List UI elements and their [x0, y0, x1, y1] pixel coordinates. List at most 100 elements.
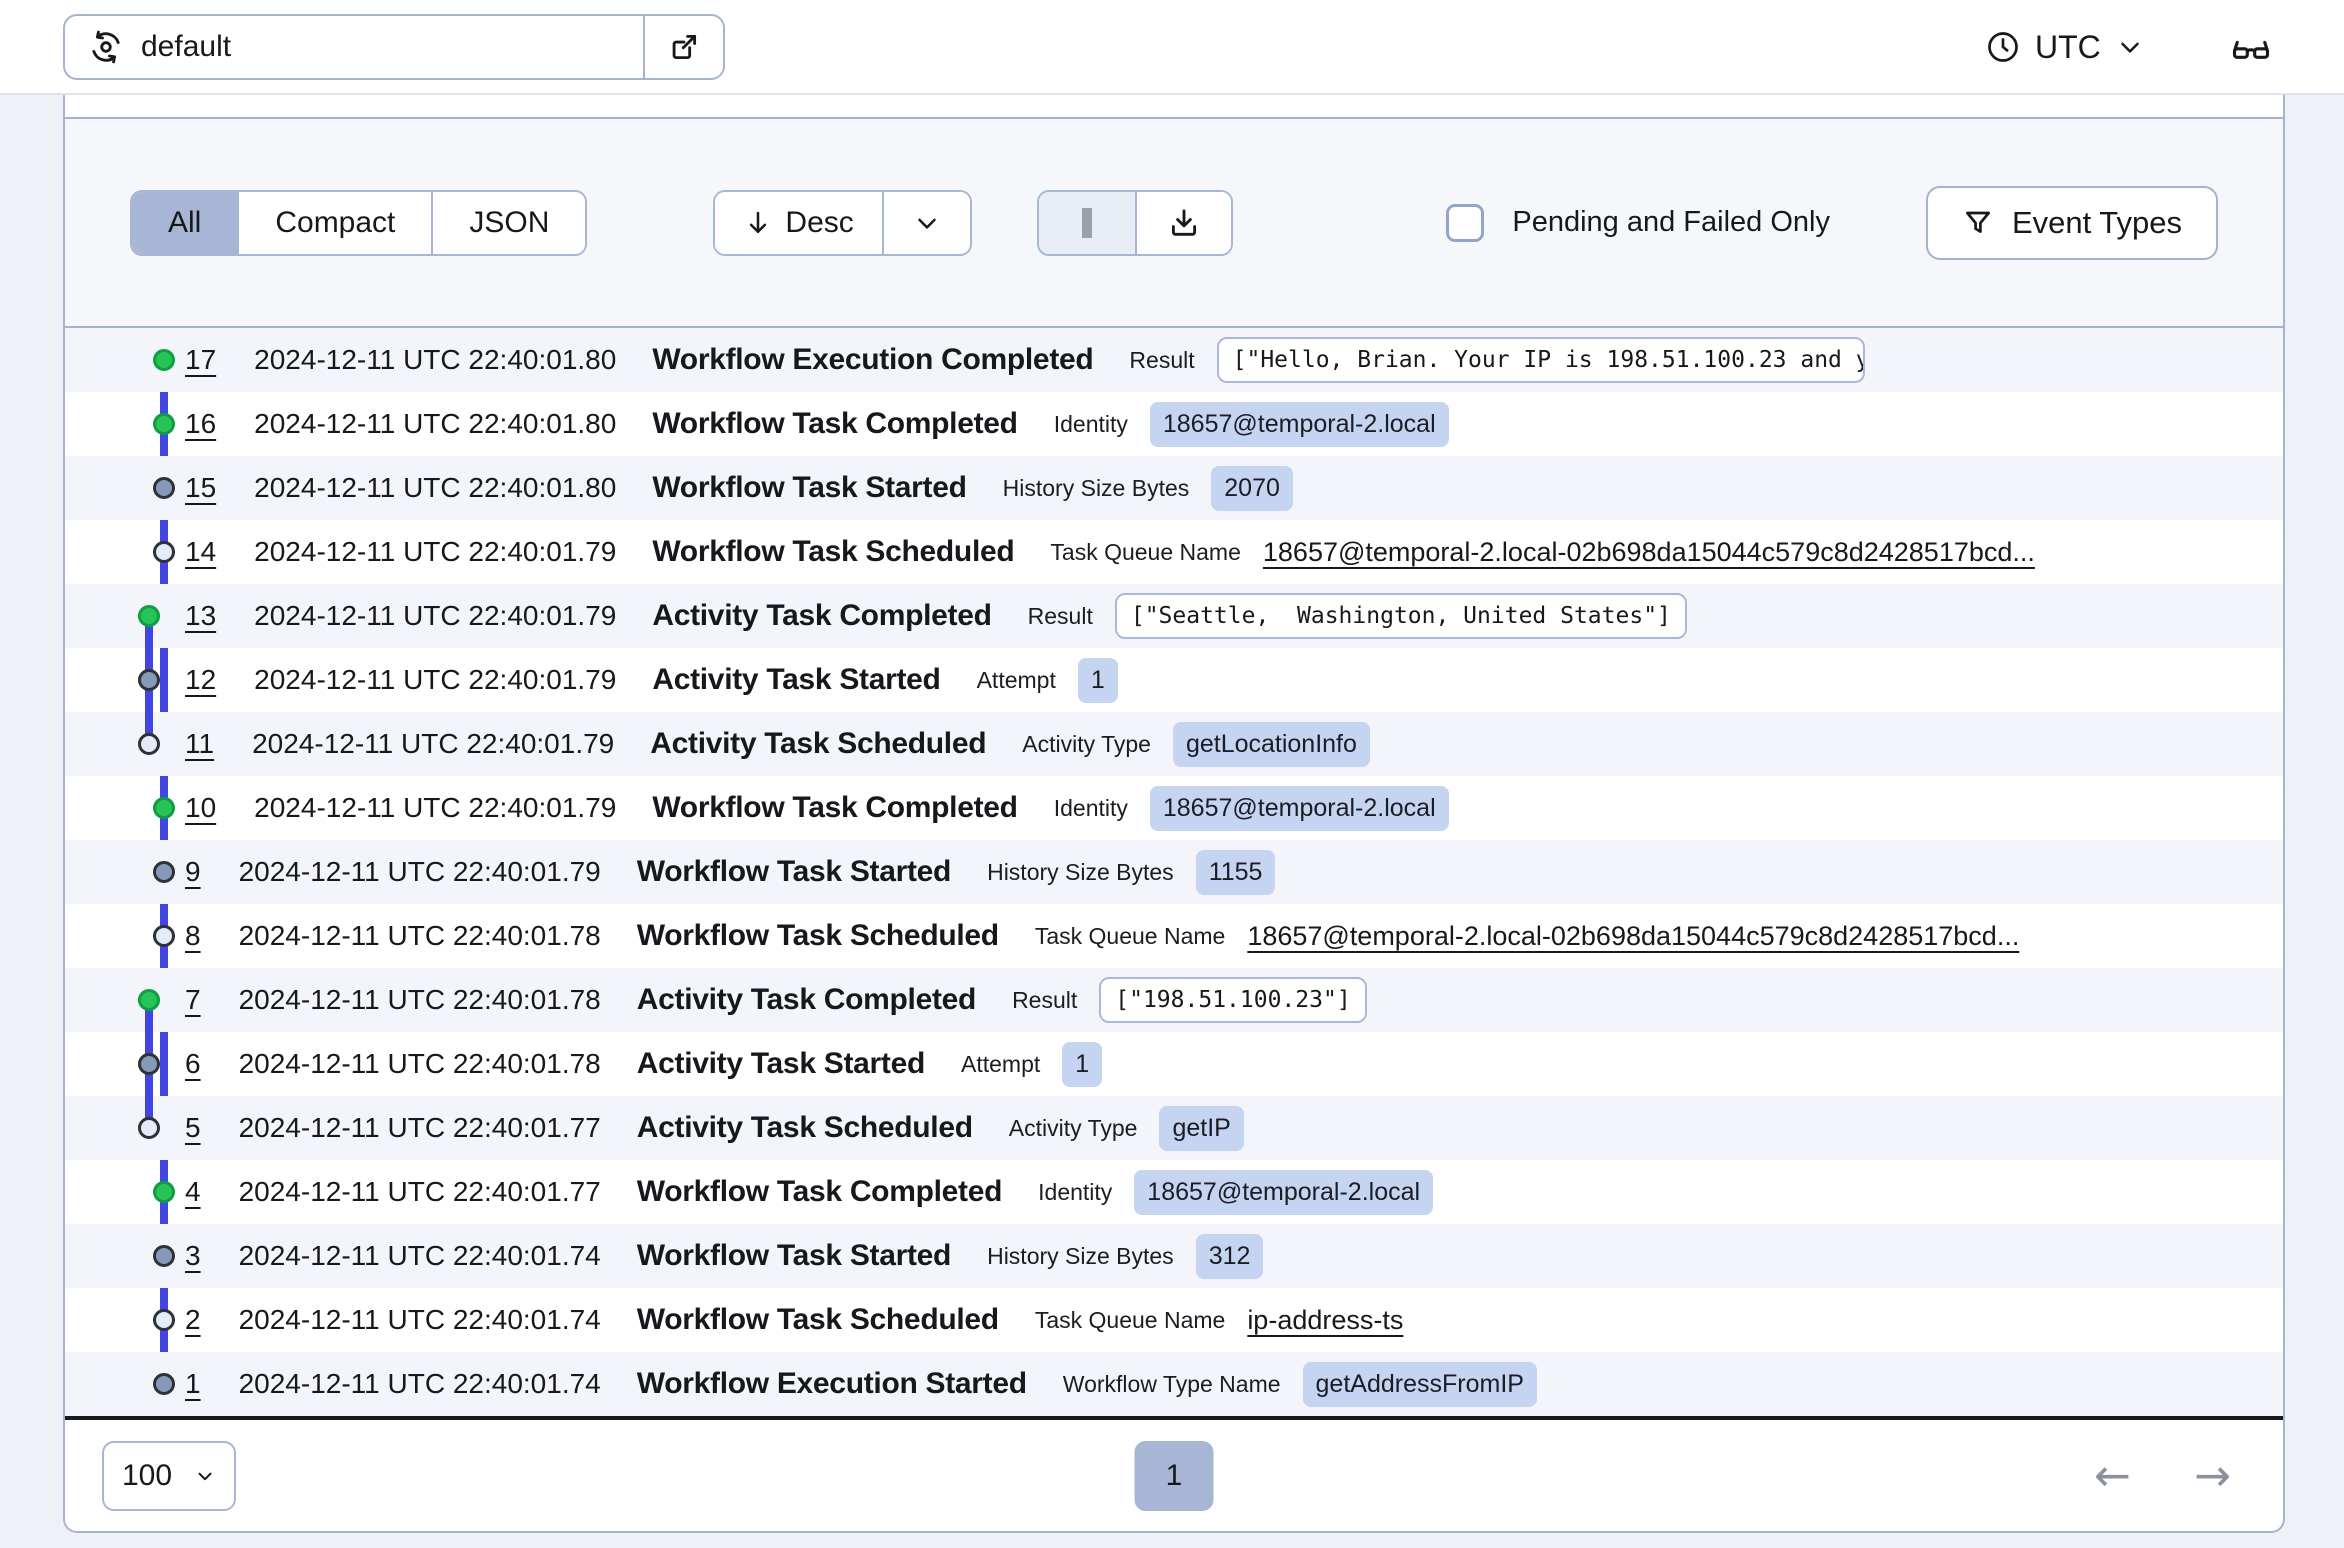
event-id-link[interactable]: 7 — [185, 984, 201, 1016]
event-status-dot — [138, 605, 160, 627]
event-id-link[interactable]: 8 — [185, 920, 201, 952]
event-status-dot — [153, 1181, 175, 1203]
event-row[interactable]: 3 2024-12-11 UTC 22:40:01.74 Workflow Ta… — [65, 1224, 2283, 1288]
event-name: Activity Task Started — [652, 663, 941, 696]
pending-failed-only-checkbox[interactable] — [1446, 203, 1485, 242]
sort-order-control: Desc — [713, 189, 972, 256]
tab-compact[interactable]: Compact — [237, 191, 432, 254]
event-row[interactable]: 16 2024-12-11 UTC 22:40:01.80 Workflow T… — [65, 392, 2283, 456]
previous-page-arrow[interactable]: ← — [2094, 1450, 2131, 1501]
event-status-dot — [153, 413, 175, 435]
tab-all[interactable]: All — [132, 191, 238, 254]
event-status-dot — [138, 733, 160, 755]
event-timestamp: 2024-12-11 UTC 22:40:01.79 — [254, 664, 617, 695]
event-detail-value[interactable]: 18657@temporal-2.local-02b698da15044c579… — [1263, 537, 2035, 568]
event-row[interactable]: 5 2024-12-11 UTC 22:40:01.77 Activity Ta… — [65, 1096, 2283, 1160]
event-status-dot — [138, 989, 160, 1011]
event-detail-label: Task Queue Name — [1034, 1306, 1226, 1333]
event-row[interactable]: 17 2024-12-11 UTC 22:40:01.80 Workflow E… — [65, 328, 2283, 392]
event-id-link[interactable]: 2 — [185, 1304, 201, 1336]
event-detail-label: Result — [1012, 986, 1078, 1013]
event-name: Workflow Task Started — [636, 855, 952, 888]
external-link-icon — [667, 30, 701, 64]
chevron-down-icon — [194, 1465, 216, 1487]
event-id-link[interactable]: 11 — [185, 728, 214, 760]
event-name: Workflow Task Started — [636, 1239, 952, 1272]
event-name: Workflow Execution Completed — [652, 343, 1094, 376]
event-timestamp: 2024-12-11 UTC 22:40:01.79 — [254, 600, 617, 631]
chevron-down-icon — [2115, 32, 2145, 62]
event-status-dot — [153, 1309, 175, 1331]
event-row[interactable]: 15 2024-12-11 UTC 22:40:01.80 Workflow T… — [65, 456, 2283, 520]
timezone-selector[interactable]: UTC — [1985, 14, 2145, 80]
event-detail-value[interactable]: 18657@temporal-2.local-02b698da15044c579… — [1247, 921, 2019, 952]
event-detail-label: Workflow Type Name — [1062, 1370, 1281, 1397]
event-id-link[interactable]: 13 — [185, 600, 216, 632]
event-detail-value: getIP — [1159, 1105, 1244, 1151]
event-timestamp: 2024-12-11 UTC 22:40:01.78 — [238, 920, 601, 951]
event-name: Activity Task Completed — [652, 599, 992, 632]
event-row[interactable]: 9 2024-12-11 UTC 22:40:01.79 Workflow Ta… — [65, 840, 2283, 904]
event-id-link[interactable]: 1 — [185, 1368, 201, 1400]
event-detail-label: Attempt — [961, 1050, 1041, 1077]
event-detail-label: History Size Bytes — [1002, 474, 1190, 501]
data-encoder-button[interactable] — [2218, 14, 2284, 80]
event-row[interactable]: 2 2024-12-11 UTC 22:40:01.74 Workflow Ta… — [65, 1288, 2283, 1352]
event-row[interactable]: 7 2024-12-11 UTC 22:40:01.78 Activity Ta… — [65, 968, 2283, 1032]
next-page-arrow[interactable]: → — [2194, 1450, 2231, 1501]
current-page-button[interactable]: 1 — [1134, 1440, 1214, 1511]
event-row[interactable]: 4 2024-12-11 UTC 22:40:01.77 Workflow Ta… — [65, 1160, 2283, 1224]
namespace-name: default — [141, 30, 232, 63]
event-row[interactable]: 6 2024-12-11 UTC 22:40:01.78 Activity Ta… — [65, 1032, 2283, 1096]
sort-order-chevron-button[interactable] — [881, 191, 970, 254]
event-history-panel: All Compact JSON Desc Pending and Failed… — [63, 95, 2285, 1533]
event-id-link[interactable]: 12 — [185, 664, 216, 696]
event-id-link[interactable]: 15 — [185, 472, 216, 504]
event-detail-label: History Size Bytes — [987, 858, 1174, 885]
namespace-select[interactable]: default — [65, 16, 643, 78]
event-id-link[interactable]: 5 — [185, 1112, 201, 1144]
event-id-link[interactable]: 3 — [185, 1240, 201, 1272]
event-row[interactable]: 14 2024-12-11 UTC 22:40:01.79 Workflow T… — [65, 520, 2283, 584]
event-name: Activity Task Scheduled — [636, 1111, 973, 1144]
event-detail-label: Task Queue Name — [1050, 538, 1241, 565]
pause-updates-button[interactable] — [1038, 191, 1135, 254]
event-detail-value: 1155 — [1195, 849, 1276, 895]
event-detail-label: Identity — [1038, 1178, 1113, 1205]
event-id-link[interactable]: 14 — [185, 536, 216, 568]
event-status-dot — [138, 1117, 160, 1139]
download-history-button[interactable] — [1134, 191, 1231, 254]
sort-order-label: Desc — [785, 205, 854, 239]
event-id-link[interactable]: 17 — [185, 344, 216, 376]
event-row[interactable]: 11 2024-12-11 UTC 22:40:01.79 Activity T… — [65, 712, 2283, 776]
event-timestamp: 2024-12-11 UTC 22:40:01.74 — [238, 1240, 601, 1271]
sort-desc-button[interactable]: Desc — [715, 191, 882, 254]
page-size-select[interactable]: 100 — [102, 1440, 236, 1511]
event-name: Activity Task Started — [636, 1047, 926, 1080]
event-types-label: Event Types — [2011, 204, 2182, 240]
event-timestamp: 2024-12-11 UTC 22:40:01.80 — [254, 408, 617, 439]
event-id-link[interactable]: 10 — [185, 792, 216, 824]
event-id-link[interactable]: 4 — [185, 1176, 201, 1208]
event-id-link[interactable]: 6 — [185, 1048, 201, 1080]
event-row[interactable]: 1 2024-12-11 UTC 22:40:01.74 Workflow Ex… — [65, 1352, 2283, 1416]
event-row[interactable]: 12 2024-12-11 UTC 22:40:01.79 Activity T… — [65, 648, 2283, 712]
open-namespace-button[interactable] — [643, 16, 723, 78]
event-row[interactable]: 13 2024-12-11 UTC 22:40:01.79 Activity T… — [65, 584, 2283, 648]
namespace-icon — [87, 28, 125, 66]
event-name: Workflow Task Scheduled — [636, 1303, 999, 1336]
event-row[interactable]: 8 2024-12-11 UTC 22:40:01.78 Workflow Ta… — [65, 904, 2283, 968]
event-detail-label: Activity Type — [1008, 1114, 1138, 1141]
event-row[interactable]: 10 2024-12-11 UTC 22:40:01.79 Workflow T… — [65, 776, 2283, 840]
event-id-link[interactable]: 9 — [185, 856, 201, 888]
event-types-filter-button[interactable]: Event Types — [1925, 185, 2218, 260]
event-detail-value: ["Hello, Brian. Your IP is 198.51.100.23… — [1216, 337, 1865, 383]
event-detail-value[interactable]: ip-address-ts — [1247, 1305, 1403, 1336]
page-size-value: 100 — [122, 1458, 173, 1492]
funnel-icon — [1962, 207, 1994, 239]
tab-json[interactable]: JSON — [431, 191, 586, 254]
panel-top-spacer — [65, 95, 2283, 117]
event-id-link[interactable]: 16 — [185, 408, 216, 440]
event-name: Workflow Task Completed — [652, 791, 1018, 824]
event-name: Activity Task Scheduled — [650, 727, 987, 760]
